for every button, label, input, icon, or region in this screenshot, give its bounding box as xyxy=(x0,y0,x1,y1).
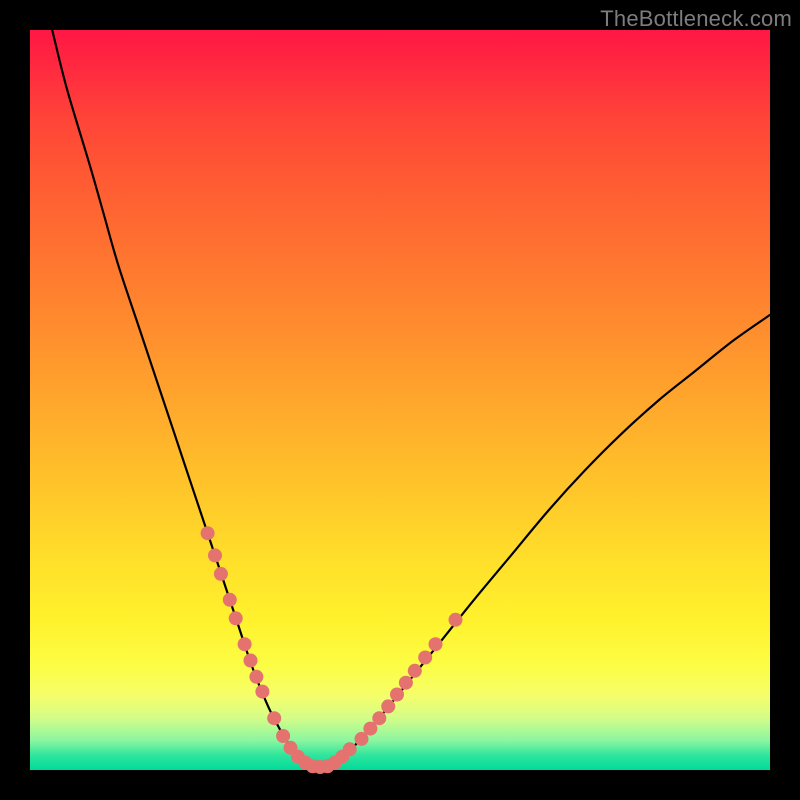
curve-overlay xyxy=(30,30,770,770)
sample-point xyxy=(238,637,252,651)
sample-point xyxy=(343,742,357,756)
sample-point xyxy=(276,729,290,743)
sample-point xyxy=(255,685,269,699)
sample-point xyxy=(208,548,222,562)
sample-point xyxy=(249,670,263,684)
sample-point xyxy=(390,688,404,702)
sample-point xyxy=(408,664,422,678)
sample-point xyxy=(429,637,443,651)
sample-point xyxy=(223,593,237,607)
sample-point xyxy=(399,676,413,690)
chart-stage: TheBottleneck.com xyxy=(0,0,800,800)
watermark-text: TheBottleneck.com xyxy=(600,6,792,32)
sample-point xyxy=(372,711,386,725)
sample-point xyxy=(449,613,463,627)
marker-group xyxy=(201,526,463,774)
sample-point xyxy=(244,654,258,668)
bottleneck-curve xyxy=(52,30,770,767)
sample-point xyxy=(381,699,395,713)
sample-point xyxy=(418,651,432,665)
sample-point xyxy=(214,567,228,581)
sample-point xyxy=(267,711,281,725)
gradient-plot-area xyxy=(30,30,770,770)
sample-point xyxy=(229,611,243,625)
sample-point xyxy=(201,526,215,540)
